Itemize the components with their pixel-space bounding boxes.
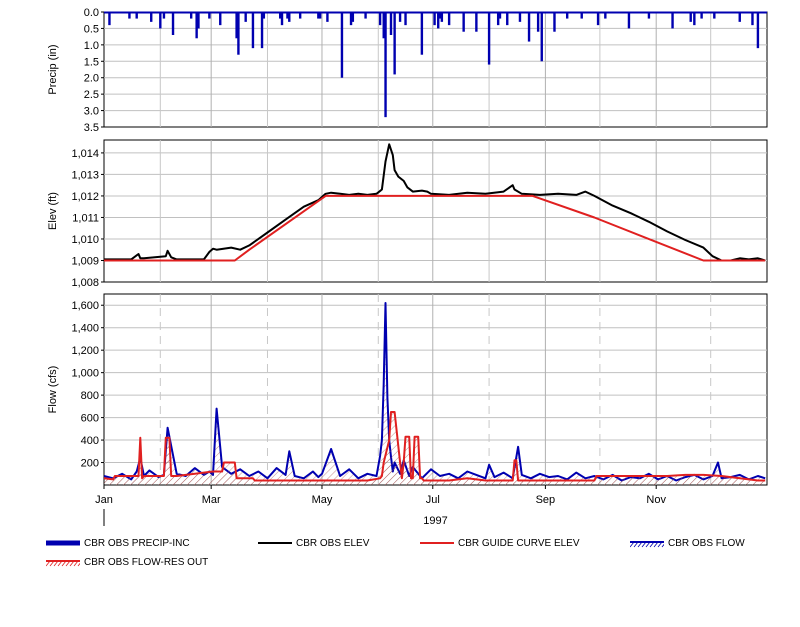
precip-bar — [251, 12, 255, 49]
legend-label: CBR OBS ELEV — [296, 538, 370, 549]
precip-bar — [340, 12, 344, 78]
y-axis-label: Elev (ft) — [47, 192, 59, 230]
precip-bar — [404, 12, 407, 26]
precip-bar — [627, 12, 631, 29]
panel-1: 1,008 1,009 1,010 1,011 1,012 1,013 1,014 Elev … — [47, 139, 768, 289]
y-tick-label: 3.5 — [84, 122, 99, 134]
y-tick-label: 1,013 — [71, 169, 99, 181]
x-tick-label: Nov — [646, 494, 666, 506]
y-tick-label: 1,009 — [71, 255, 99, 267]
legend-swatch — [420, 542, 454, 545]
precip-bar — [475, 12, 478, 32]
precip-bar — [756, 12, 760, 49]
y-tick-label: 1,600 — [71, 300, 99, 312]
precip-bar — [108, 12, 111, 26]
precip-bar — [237, 12, 240, 55]
plot-frame — [103, 293, 768, 486]
precip-bar — [596, 12, 600, 26]
x-tick-label: Sep — [536, 494, 556, 506]
y-tick-label: 1,010 — [71, 234, 99, 246]
precip-bar — [671, 12, 674, 29]
precip-bar — [540, 12, 543, 62]
precip-bar — [487, 12, 491, 65]
precip-bar — [447, 12, 451, 26]
legend-label: CBR OBS PRECIP-INC — [84, 538, 190, 549]
x-tick-label: Jul — [426, 494, 440, 506]
panel-0: 0.0 0.5 1.0 1.5 2.0 2.5 3.0 3.5 Precip (in) — [47, 7, 768, 134]
precip-bar — [378, 12, 382, 26]
legend-swatch — [45, 560, 83, 567]
y-tick-label: 1,014 — [71, 148, 99, 160]
precip-bar — [280, 12, 284, 26]
legend-item: CBR GUIDE CURVE ELEV — [420, 538, 580, 549]
y-tick-label: 400 — [81, 435, 99, 447]
legend-swatch — [629, 541, 667, 548]
y-axis-label: Precip (in) — [47, 44, 59, 94]
x-tick-label: Mar — [202, 494, 221, 506]
y-tick-label: 2.0 — [84, 73, 99, 85]
x-tick-label: May — [312, 494, 333, 506]
y-tick-label: 1,200 — [71, 345, 99, 357]
chart-canvas: 0.0 0.5 1.0 1.5 2.0 2.5 3.0 3.5 Precip (in) 1,008… — [47, 7, 768, 527]
precip-bar — [159, 12, 162, 29]
legend-label: CBR OBS FLOW — [668, 538, 745, 549]
y-tick-label: 0.0 — [84, 7, 99, 19]
precip-bar — [393, 12, 396, 75]
legend-item: CBR OBS PRECIP-INC — [46, 538, 190, 549]
y-tick-label: 200 — [81, 458, 99, 470]
legend-label: CBR OBS FLOW-RES OUT — [84, 557, 209, 568]
precip-bar — [197, 12, 200, 29]
legend-item: CBR OBS FLOW — [629, 538, 745, 549]
precip-bar — [420, 12, 424, 55]
y-tick-label: 2.5 — [84, 89, 99, 101]
precip-bar — [553, 12, 556, 32]
y-tick-label: 1,000 — [71, 368, 99, 380]
legend-label: CBR GUIDE CURVE ELEV — [458, 538, 580, 549]
plot-frame — [103, 11, 768, 128]
y-tick-label: 3.0 — [84, 106, 99, 118]
y-tick-label: 1.5 — [84, 56, 99, 68]
y-tick-label: 1,012 — [71, 191, 99, 203]
legend-swatch — [258, 542, 292, 545]
y-tick-label: 1.0 — [84, 40, 99, 52]
y-tick-label: 1,400 — [71, 323, 99, 335]
x-axis-label: 1997 — [423, 515, 447, 527]
y-tick-label: 600 — [81, 413, 99, 425]
legend-swatch — [46, 540, 80, 546]
precip-bar — [693, 12, 696, 26]
y-tick-label: 1,011 — [72, 212, 99, 224]
legend: CBR OBS PRECIP-INC CBR OBS ELEV CBR GUIDE … — [0, 534, 800, 574]
precip-bar — [389, 12, 393, 35]
precip-bar — [527, 12, 531, 42]
precip-bar — [171, 12, 175, 35]
legend-item: CBR OBS FLOW-RES OUT — [45, 557, 209, 568]
precip-bar — [506, 12, 509, 26]
panel-2: 200 400 600 800 1,000 1,200 1,400 1,600 Flow (cf… — [47, 293, 768, 486]
precip-bar — [462, 12, 465, 32]
precip-bar — [219, 12, 222, 26]
legend-item: CBR OBS ELEV — [258, 538, 369, 549]
precip-bar — [384, 12, 387, 118]
y-tick-label: 0.5 — [84, 23, 99, 35]
precip-bar — [751, 12, 754, 26]
precip-bar — [536, 12, 540, 32]
y-tick-label: 800 — [81, 390, 99, 402]
precip-bar — [433, 12, 436, 26]
y-tick-label: 1,008 — [71, 277, 99, 289]
y-axis-label: Flow (cfs) — [47, 366, 59, 414]
x-tick-label: Jan — [95, 494, 113, 506]
